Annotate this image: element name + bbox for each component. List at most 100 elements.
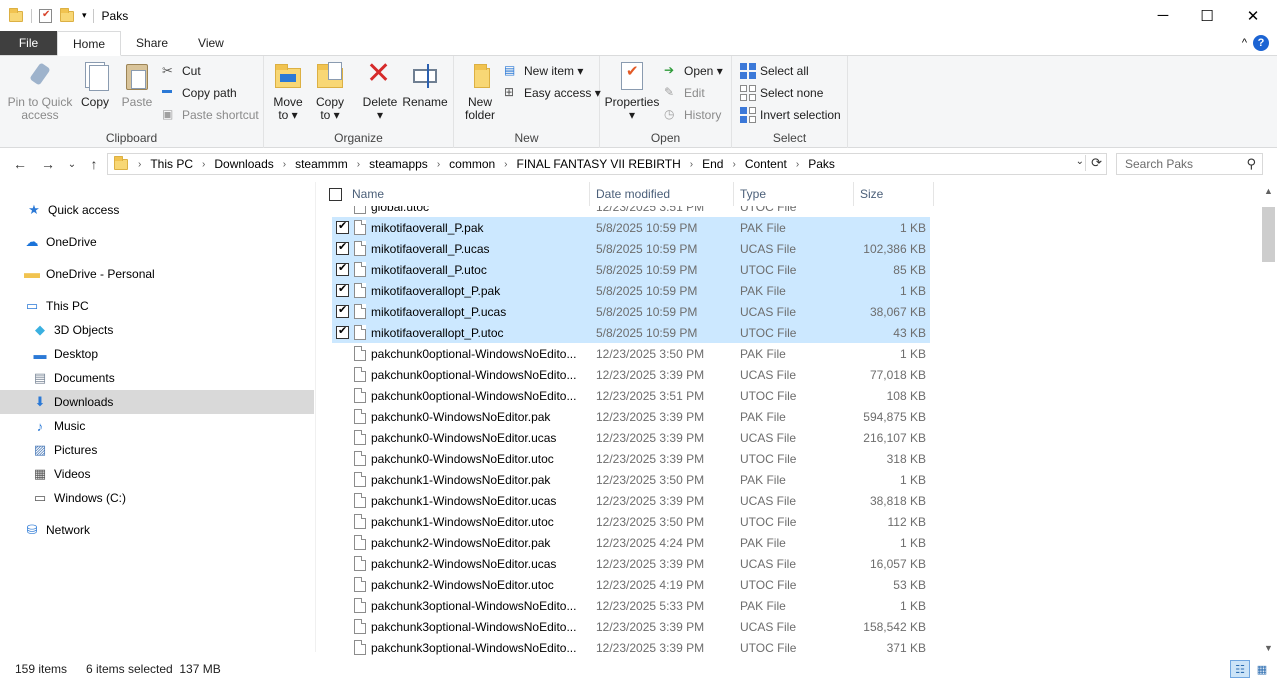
forward-button[interactable]: → [37, 153, 59, 175]
address-dropdown-icon[interactable]: ⌄ [1076, 156, 1084, 167]
open-button[interactable]: ➔ Open ▾ [664, 61, 723, 81]
file-row[interactable]: pakchunk2-WindowsNoEditor.utoc 12/23/2025… [332, 574, 930, 595]
row-checkbox-cell[interactable] [336, 206, 352, 217]
file-row[interactable]: pakchunk3optional-WindowsNoEdito... 12/23… [332, 616, 930, 637]
breadcrumb-chevron[interactable]: › [138, 159, 141, 170]
paste-shortcut-button[interactable]: ▣ Paste shortcut [162, 105, 259, 125]
copy-button[interactable]: Copy [78, 60, 112, 109]
breadcrumb-end[interactable]: End [702, 157, 723, 171]
breadcrumb-paks[interactable]: Paks [808, 157, 835, 171]
new-folder-button[interactable]: New folder [460, 60, 500, 122]
column-type[interactable]: Type [734, 182, 854, 206]
column-date-modified[interactable]: Date modified [590, 182, 734, 206]
sidebar-item-quick-access[interactable]: ★ Quick access [0, 198, 314, 222]
row-checkbox[interactable] [336, 261, 349, 276]
breadcrumb-downloads[interactable]: Downloads [214, 157, 273, 171]
select-none-button[interactable]: Select none [740, 83, 823, 103]
row-checkbox-cell[interactable] [336, 364, 352, 385]
column-name[interactable]: Name ^ [326, 182, 590, 206]
file-row[interactable]: pakchunk2-WindowsNoEditor.pak 12/23/2025 … [332, 532, 930, 553]
back-button[interactable]: ← [9, 153, 31, 175]
sidebar-item-windows-c[interactable]: ▭ Windows (C:) [0, 486, 314, 510]
row-checkbox-cell[interactable] [336, 427, 352, 448]
cut-button[interactable]: ✂ Cut [162, 61, 201, 81]
breadcrumb-steammm[interactable]: steammm [295, 157, 348, 171]
breadcrumb-common[interactable]: common [449, 157, 495, 171]
file-row[interactable]: mikotifaoverallopt_P.utoc 5/8/2025 10:59 … [332, 322, 930, 343]
breadcrumb-chevron[interactable]: › [283, 159, 286, 170]
copy-path-button[interactable]: ▬ Copy path [162, 83, 237, 103]
new-folder-icon[interactable] [60, 7, 76, 24]
sidebar-item-pictures[interactable]: ▨ Pictures [0, 438, 314, 462]
sidebar-item-3d-objects[interactable]: ◆ 3D Objects [0, 318, 314, 342]
sidebar-item-this-pc[interactable]: ▭ This PC [0, 294, 314, 318]
large-icons-view-icon[interactable]: ▦ [1252, 660, 1272, 678]
recent-locations-button[interactable]: ⌄ [61, 153, 83, 175]
address-bar[interactable]: › This PC › Downloads › steammm › steama… [107, 153, 1107, 175]
tab-share[interactable]: Share [121, 31, 183, 55]
file-row[interactable]: pakchunk1-WindowsNoEditor.pak 12/23/2025 … [332, 469, 930, 490]
file-row[interactable]: mikotifaoverallopt_P.ucas 5/8/2025 10:59 … [332, 301, 930, 322]
row-checkbox[interactable] [336, 219, 349, 234]
file-row[interactable]: mikotifaoverallopt_P.pak 5/8/2025 10:59 P… [332, 280, 930, 301]
row-checkbox-cell[interactable] [336, 322, 352, 343]
file-row[interactable]: mikotifaoverall_P.utoc 5/8/2025 10:59 PM U… [332, 259, 930, 280]
row-checkbox-cell[interactable] [336, 217, 352, 238]
row-checkbox[interactable] [336, 303, 349, 318]
file-row[interactable]: mikotifaoverall_P.pak 5/8/2025 10:59 PM PA… [332, 217, 930, 238]
edit-button[interactable]: ✎ Edit [664, 83, 705, 103]
row-checkbox-cell[interactable] [336, 238, 352, 259]
sidebar-item-network[interactable]: ⛁ Network [0, 518, 314, 542]
sidebar-item-onedrive-personal[interactable]: ▬ OneDrive - Personal [0, 262, 314, 286]
breadcrumb-chevron[interactable]: › [504, 159, 507, 170]
file-row[interactable]: pakchunk0optional-WindowsNoEdito... 12/23… [332, 343, 930, 364]
easy-access-button[interactable]: ⊞ Easy access ▾ [504, 83, 601, 103]
row-checkbox-cell[interactable] [336, 490, 352, 511]
file-row[interactable]: pakchunk1-WindowsNoEditor.utoc 12/23/2025… [332, 511, 930, 532]
sidebar-item-music[interactable]: ♪ Music [0, 414, 314, 438]
row-checkbox-cell[interactable] [336, 343, 352, 364]
up-button[interactable]: ↑ [83, 153, 105, 175]
row-checkbox-cell[interactable] [336, 574, 352, 595]
invert-selection-button[interactable]: Invert selection [740, 105, 841, 125]
row-checkbox-cell[interactable] [336, 448, 352, 469]
sidebar-item-downloads[interactable]: ⬇ Downloads [0, 390, 314, 414]
column-size[interactable]: Size [854, 182, 934, 206]
refresh-icon[interactable]: ⟳ [1085, 155, 1102, 171]
breadcrumb-content[interactable]: Content [745, 157, 787, 171]
scroll-thumb[interactable] [1262, 207, 1275, 262]
row-checkbox-cell[interactable] [336, 280, 352, 301]
pin-to-quick-access-button[interactable]: Pin to Quick access [6, 60, 74, 122]
row-checkbox[interactable] [336, 282, 349, 297]
history-button[interactable]: ◷ History [664, 105, 721, 125]
properties-icon[interactable] [38, 8, 54, 24]
row-checkbox-cell[interactable] [336, 511, 352, 532]
minimize-button[interactable]: ─ [1140, 0, 1186, 31]
help-icon[interactable]: ? [1253, 35, 1269, 51]
file-row[interactable]: pakchunk3optional-WindowsNoEdito... 12/23… [332, 637, 930, 656]
rename-button[interactable]: Rename [402, 60, 448, 109]
breadcrumb-steamapps[interactable]: steamapps [369, 157, 428, 171]
breadcrumb-chevron[interactable]: › [690, 159, 693, 170]
expand-ribbon-button[interactable]: ^ [1242, 37, 1247, 49]
sidebar-item-videos[interactable]: ▦ Videos [0, 462, 314, 486]
search-icon[interactable]: ⚲ [1246, 156, 1256, 172]
file-row[interactable]: pakchunk0-WindowsNoEditor.ucas 12/23/2025… [332, 427, 930, 448]
breadcrumb-chevron[interactable]: › [357, 159, 360, 170]
breadcrumb-chevron[interactable]: › [732, 159, 735, 170]
sidebar-item-documents[interactable]: ▤ Documents [0, 366, 314, 390]
file-row[interactable]: pakchunk3optional-WindowsNoEdito... 12/23… [332, 595, 930, 616]
row-checkbox[interactable] [336, 240, 349, 255]
breadcrumb-game[interactable]: FINAL FANTASY VII REBIRTH [517, 157, 681, 171]
paste-button[interactable]: Paste [118, 60, 156, 109]
delete-button[interactable]: ✕ Delete ▾ [362, 58, 398, 122]
row-checkbox-cell[interactable] [336, 301, 352, 322]
row-checkbox-cell[interactable] [336, 553, 352, 574]
folder-icon[interactable] [9, 7, 25, 24]
copy-to-button[interactable]: Copy to ▾ [314, 60, 346, 122]
file-row[interactable]: pakchunk0-WindowsNoEditor.utoc 12/23/2025… [332, 448, 930, 469]
tab-home[interactable]: Home [57, 31, 122, 56]
tab-file[interactable]: File [0, 31, 57, 55]
row-checkbox-cell[interactable] [336, 595, 352, 616]
file-row[interactable]: pakchunk0optional-WindowsNoEdito... 12/23… [332, 364, 930, 385]
